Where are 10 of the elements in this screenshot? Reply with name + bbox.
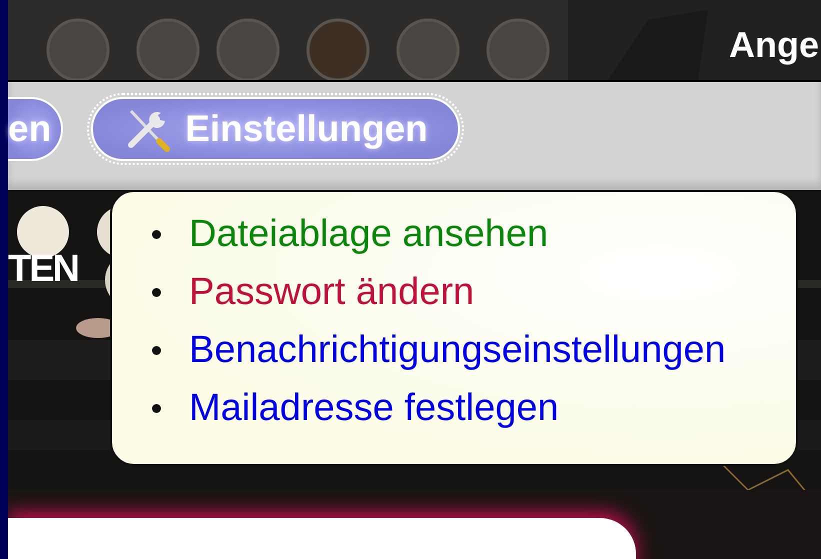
bullet-icon (152, 346, 161, 355)
menu-item[interactable]: Dateiablage ansehen (189, 210, 548, 259)
bullet-icon (152, 230, 161, 239)
menu-item[interactable]: Benachrichtigungseinstellungen (189, 326, 726, 375)
banner-title: TEN (8, 248, 78, 291)
header-title: Ange (729, 24, 819, 66)
menu-item[interactable]: Passwort ändern (189, 268, 474, 317)
menu-item[interactable]: Mailadresse festlegen (189, 384, 559, 433)
bullet-icon (152, 404, 161, 413)
bullet-icon (152, 288, 161, 297)
